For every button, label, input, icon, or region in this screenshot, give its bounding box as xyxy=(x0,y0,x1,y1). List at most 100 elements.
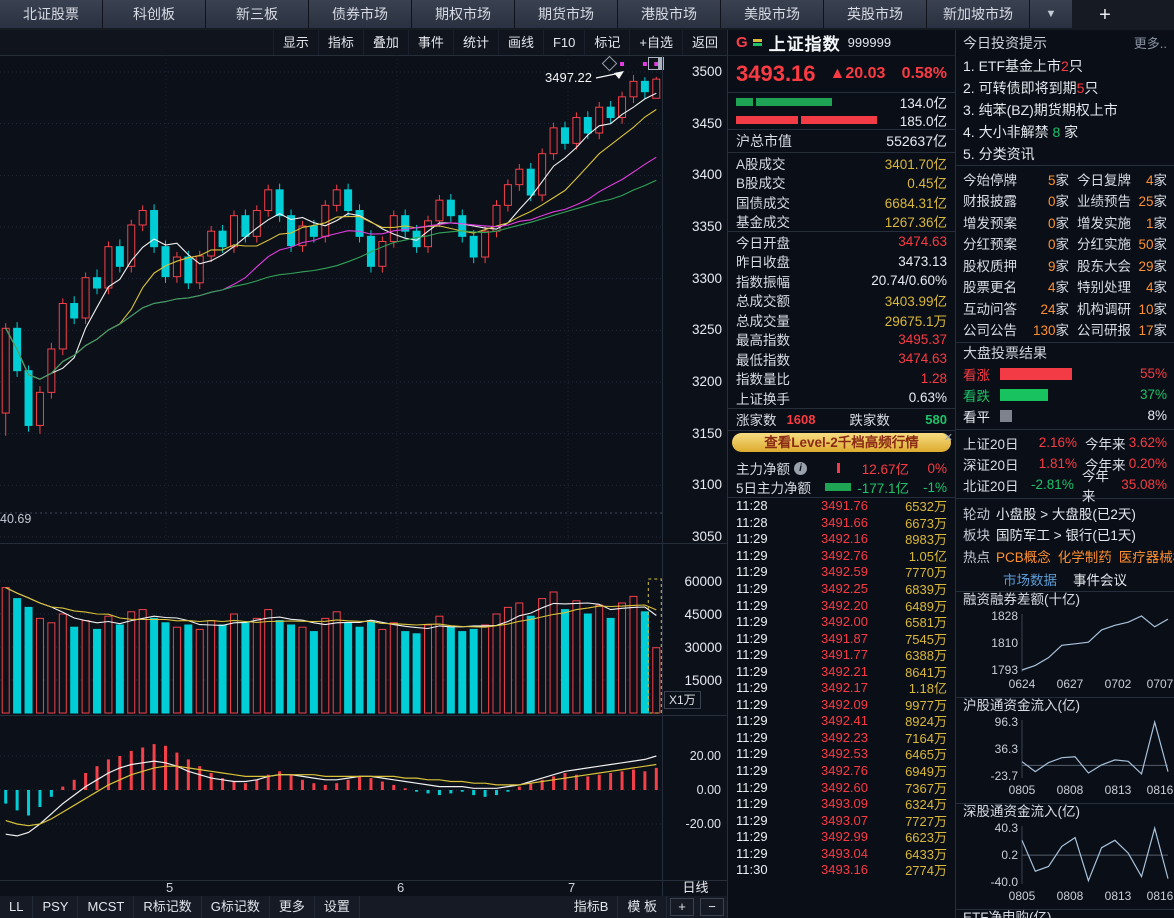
volume-chart[interactable] xyxy=(0,543,662,715)
zoom-out-button[interactable]: − xyxy=(700,898,724,916)
market-stats: 今始停牌5家今日复牌4家财报披露0家业绩预告25家增发预案0家增发实施1家分红预… xyxy=(956,165,1174,340)
tab-market-5[interactable]: 期货市场 xyxy=(515,0,618,28)
stat-row-3[interactable]: 分红预案0家分红实施50家 xyxy=(956,233,1174,255)
tab-market-4[interactable]: 期权市场 xyxy=(412,0,515,28)
toolbar-item-8[interactable]: +自选 xyxy=(629,30,682,55)
toolbar-item-4[interactable]: 统计 xyxy=(453,30,498,55)
oscillator-chart[interactable] xyxy=(0,715,662,880)
sell-bar-seg xyxy=(736,116,798,124)
index-name[interactable]: 上证指数 xyxy=(769,30,841,55)
tab-market-8[interactable]: 英股市场 xyxy=(824,0,927,28)
quote-row: 指数量比1.28 xyxy=(728,369,955,389)
info-icon[interactable]: i xyxy=(794,462,807,475)
indicator-tab-2[interactable]: MCST xyxy=(78,896,134,918)
more-link[interactable]: 更多.. xyxy=(1134,33,1167,52)
buy-bar-seg xyxy=(736,98,753,106)
perf-row-0: 上证20日2.16%今年来3.62% xyxy=(956,432,1174,453)
bottom-button-0[interactable]: 指标B xyxy=(565,896,619,918)
indicator-tab-6[interactable]: 设置 xyxy=(315,896,360,918)
toolbar-item-3[interactable]: 事件 xyxy=(408,30,453,55)
tick-row: 11:293493.046433万 xyxy=(728,845,955,862)
turnover-summary: A股成交3401.70亿B股成交0.45亿国债成交6684.31亿基金成交126… xyxy=(728,153,955,231)
quote-row: 总成交额3403.99亿 xyxy=(728,291,955,311)
vote-results: 看涨55%看跌37%看平8% xyxy=(956,363,1174,426)
tab-market-6[interactable]: 港股市场 xyxy=(618,0,721,28)
stat-row-0[interactable]: 今始停牌5家今日复牌4家 xyxy=(956,168,1174,190)
indicator-tab-0[interactable]: LL xyxy=(0,896,33,918)
tab-market-1[interactable]: 科创板 xyxy=(103,0,206,28)
quote-row: 昨日收盘3473.13 xyxy=(728,252,955,272)
hot-topic-link[interactable]: PCB概念 xyxy=(996,546,1051,566)
tip-item-0[interactable]: 1. ETF基金上市2只 xyxy=(956,55,1174,77)
stat-row-4[interactable]: 股权质押9家股东大会29家 xyxy=(956,254,1174,276)
sell-value: 185.0亿 xyxy=(900,110,947,130)
mini-chart-1: 沪股通资金流入(亿)96.336.3-23.70805080808130816 xyxy=(956,697,1174,803)
toolbar-item-0[interactable]: 显示 xyxy=(273,30,318,55)
info-panel: 今日投资提示 更多.. 1. ETF基金上市2只2. 可转债即将到期5只3. 纯… xyxy=(955,30,1174,918)
bottom-toolbar-right: 指标B模 板+− xyxy=(565,896,727,918)
indicator-tab-4[interactable]: G标记数 xyxy=(202,896,270,918)
quote-details: 今日开盘3474.63昨日收盘3473.13指数振幅20.74/0.60%总成交… xyxy=(728,231,955,408)
tab-market-3[interactable]: 债券市场 xyxy=(309,0,412,28)
svg-text:0627: 0627 xyxy=(1057,677,1084,691)
toolbar-item-2[interactable]: 叠加 xyxy=(363,30,408,55)
add-tab-button[interactable]: + xyxy=(1092,2,1118,28)
svg-text:0707: 0707 xyxy=(1147,677,1174,691)
tab-events[interactable]: 事件会议 xyxy=(1073,569,1127,589)
svg-text:1793: 1793 xyxy=(991,663,1018,677)
svg-text:0813: 0813 xyxy=(1105,783,1132,797)
stat-row-1[interactable]: 财报披露0家业绩预告25家 xyxy=(956,190,1174,212)
tip-item-2[interactable]: 3. 纯苯(BZ)期货期权上市 xyxy=(956,99,1174,121)
indicator-tab-5[interactable]: 更多 xyxy=(270,896,315,918)
level2-banner-text[interactable]: 查看Level-2千档高频行情 xyxy=(732,433,951,452)
tab-market-2[interactable]: 新三板 xyxy=(206,0,309,28)
tip-item-4[interactable]: 5. 分类资讯 xyxy=(956,143,1174,165)
main-candlestick-chart[interactable]: 3497.22 xyxy=(0,55,662,543)
quote-row: 最低指数3474.63 xyxy=(728,349,955,369)
stat-row-7[interactable]: 公司公告130家公司研报17家 xyxy=(956,319,1174,341)
toolbar-item-1[interactable]: 指标 xyxy=(318,30,363,55)
hot-topic-link[interactable]: 化学制药 xyxy=(1058,546,1112,566)
market-tabs-dropdown[interactable]: ▼ xyxy=(1030,0,1072,28)
zoom-in-button[interactable]: + xyxy=(670,898,694,916)
price-change-pct: 0.58% xyxy=(902,65,947,83)
mini-chart-2: 深股通资金流入(亿)40.30.2-40.00805080808130816 xyxy=(956,803,1174,909)
tip-item-1[interactable]: 2. 可转债即将到期5只 xyxy=(956,77,1174,99)
fund-row-1: 5日主力净额-177.1亿-1% xyxy=(728,478,955,497)
oscillator-axis: 20.000.00-20.00 xyxy=(662,715,727,880)
rotation-row-0: 轮动小盘股 > 大盘股(已2天) xyxy=(956,502,1174,524)
oscillator-axis-label: 20.00 xyxy=(690,749,721,763)
oscillator-axis-label: -20.00 xyxy=(686,817,721,831)
vote-row-2: 看平8% xyxy=(956,405,1174,426)
toolbar-item-5[interactable]: 画线 xyxy=(498,30,543,55)
stat-row-6[interactable]: 互动问答24家机构调研10家 xyxy=(956,297,1174,319)
svg-text:0813: 0813 xyxy=(1105,889,1132,903)
stat-row-2[interactable]: 增发预案0家增发实施1家 xyxy=(956,211,1174,233)
tick-list: 11:283491.766532万11:283491.666673万11:293… xyxy=(728,497,955,879)
divider xyxy=(0,543,727,544)
rotation-row-2: 热点PCB概念化学制药医疗器械概 xyxy=(956,545,1174,567)
close-icon[interactable]: ✕ xyxy=(944,431,953,444)
tick-row: 11:293491.776388万 xyxy=(728,646,955,663)
tab-market-9[interactable]: 新加坡市场 xyxy=(927,0,1030,28)
advancers-label: 涨家数 xyxy=(736,409,777,429)
indicator-tab-3[interactable]: R标记数 xyxy=(134,896,201,918)
svg-text:0624: 0624 xyxy=(1009,677,1036,691)
quote-row: 指数振幅20.74/0.60% xyxy=(728,271,955,291)
mini-line-chart: 96.336.3-23.70805080808130816 xyxy=(956,714,1174,800)
tip-item-3[interactable]: 4. 大小非解禁 8 家 xyxy=(956,121,1174,143)
stat-row-5[interactable]: 股票更名4家特别处理4家 xyxy=(956,276,1174,298)
period-selector[interactable]: 日线 xyxy=(662,880,728,896)
hot-topic-link[interactable]: 医疗器械概 xyxy=(1119,546,1174,566)
tab-market-7[interactable]: 美股市场 xyxy=(721,0,824,28)
price-axis-label: 3500 xyxy=(692,64,722,79)
toolbar-item-9[interactable]: 返回 xyxy=(682,30,727,55)
indicator-tab-1[interactable]: PSY xyxy=(33,896,78,918)
tab-market-data[interactable]: 市场数据 xyxy=(1003,569,1057,589)
toolbar-item-6[interactable]: F10 xyxy=(543,30,584,55)
level2-banner[interactable]: 查看Level-2千档高频行情 ✕ xyxy=(728,431,955,459)
bottom-button-1[interactable]: 模 板 xyxy=(618,896,667,918)
tab-market-0[interactable]: 北证股票 xyxy=(0,0,103,28)
toolbar-item-7[interactable]: 标记 xyxy=(584,30,629,55)
sell-bar-seg xyxy=(801,116,877,124)
